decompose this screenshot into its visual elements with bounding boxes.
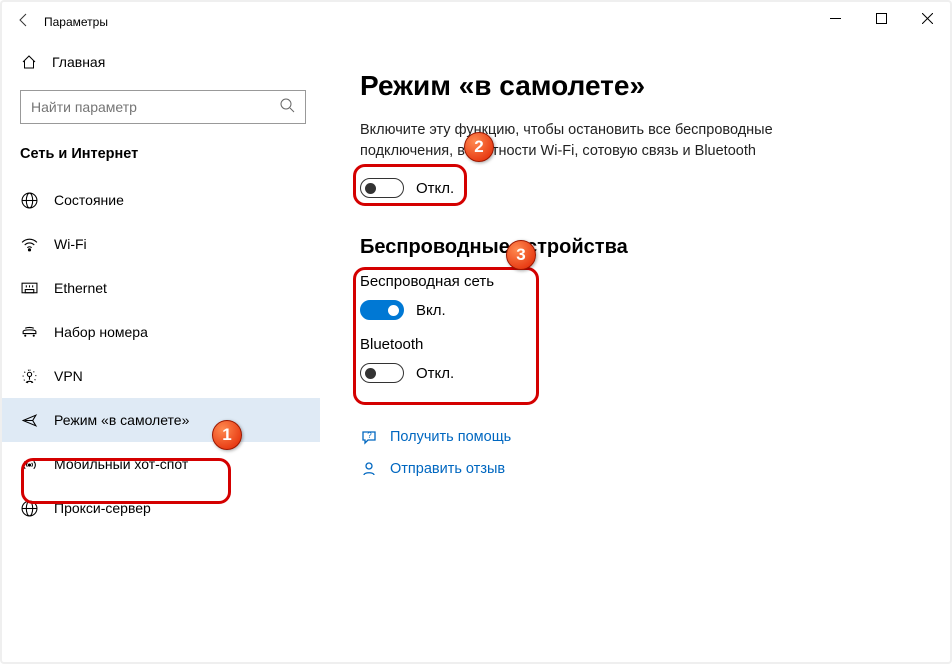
- minimize-button[interactable]: [812, 2, 858, 34]
- dialup-icon: [20, 324, 38, 341]
- globe-icon: [20, 192, 38, 209]
- bluetooth-toggle-label: Откл.: [416, 365, 454, 382]
- nav-label: Ethernet: [54, 280, 107, 296]
- nav-label: Прокси-сервер: [54, 500, 151, 516]
- close-button[interactable]: [904, 2, 950, 34]
- vpn-icon: [20, 368, 38, 385]
- settings-window: Параметры Главная Сеть и Интернет: [2, 2, 950, 662]
- airplane-toggle-row: Откл.: [360, 174, 898, 202]
- nav-vpn[interactable]: VPN: [2, 354, 320, 398]
- airplane-icon: [20, 412, 38, 429]
- annotation-marker-2: 2: [464, 132, 494, 162]
- bluetooth-toggle-row: Откл.: [360, 359, 898, 387]
- home-label: Главная: [52, 54, 105, 70]
- bluetooth-label: Bluetooth: [360, 336, 898, 353]
- page-title: Режим «в самолете»: [360, 70, 898, 102]
- nav-label: Wi-Fi: [54, 236, 87, 252]
- category-heading: Сеть и Интернет: [2, 142, 320, 168]
- wifi-toggle-row: Вкл.: [360, 296, 898, 324]
- wifi-toggle-label: Вкл.: [416, 302, 446, 319]
- nav-hotspot[interactable]: Мобильный хот-спот: [2, 442, 320, 486]
- nav-label: Набор номера: [54, 324, 148, 340]
- content-pane: Режим «в самолете» Включите эту функцию,…: [320, 42, 950, 662]
- page-description: Включите эту функцию, чтобы остановить в…: [360, 120, 840, 162]
- search-box[interactable]: [20, 90, 306, 124]
- wifi-label: Беспроводная сеть: [360, 273, 898, 290]
- home-icon: [20, 54, 38, 70]
- back-button[interactable]: [16, 12, 44, 33]
- feedback-link[interactable]: Отправить отзыв: [390, 461, 505, 477]
- nav-label: Режим «в самолете»: [54, 412, 189, 428]
- annotation-marker-1: 1: [212, 420, 242, 450]
- nav-ethernet[interactable]: Ethernet: [2, 266, 320, 310]
- nav-label: Мобильный хот-спот: [54, 456, 188, 472]
- sidebar: Главная Сеть и Интернет Состояние Wi-Fi: [2, 42, 320, 662]
- svg-text:?: ?: [367, 431, 372, 440]
- airplane-toggle-label: Откл.: [416, 180, 454, 197]
- nav-proxy[interactable]: Прокси-сервер: [2, 486, 320, 530]
- bluetooth-toggle[interactable]: [360, 363, 404, 383]
- nav-wifi[interactable]: Wi-Fi: [2, 222, 320, 266]
- wifi-toggle[interactable]: [360, 300, 404, 320]
- search-icon: [279, 97, 295, 118]
- hotspot-icon: [20, 456, 38, 473]
- nav-label: Состояние: [54, 192, 124, 208]
- wifi-icon: [20, 236, 38, 253]
- annotation-marker-3: 3: [506, 240, 536, 270]
- search-input[interactable]: [31, 99, 279, 115]
- maximize-button[interactable]: [858, 2, 904, 34]
- ethernet-icon: [20, 280, 38, 297]
- nav-dialup[interactable]: Набор номера: [2, 310, 320, 354]
- help-icon: ?: [360, 429, 378, 445]
- wireless-heading: Беспроводные устройства: [360, 236, 898, 259]
- proxy-icon: [20, 500, 38, 517]
- nav-label: VPN: [54, 368, 83, 384]
- titlebar: Параметры: [2, 2, 950, 42]
- home-nav[interactable]: Главная: [2, 42, 320, 82]
- nav-status[interactable]: Состояние: [2, 178, 320, 222]
- airplane-toggle[interactable]: [360, 178, 404, 198]
- window-controls: [812, 2, 950, 34]
- nav-airplane[interactable]: Режим «в самолете»: [2, 398, 320, 442]
- nav-list: Состояние Wi-Fi Ethernet Набор номера VP…: [2, 178, 320, 530]
- help-links: ? Получить помощь Отправить отзыв: [360, 421, 898, 485]
- window-title: Параметры: [44, 15, 108, 29]
- help-link[interactable]: Получить помощь: [390, 429, 511, 445]
- feedback-icon: [360, 461, 378, 477]
